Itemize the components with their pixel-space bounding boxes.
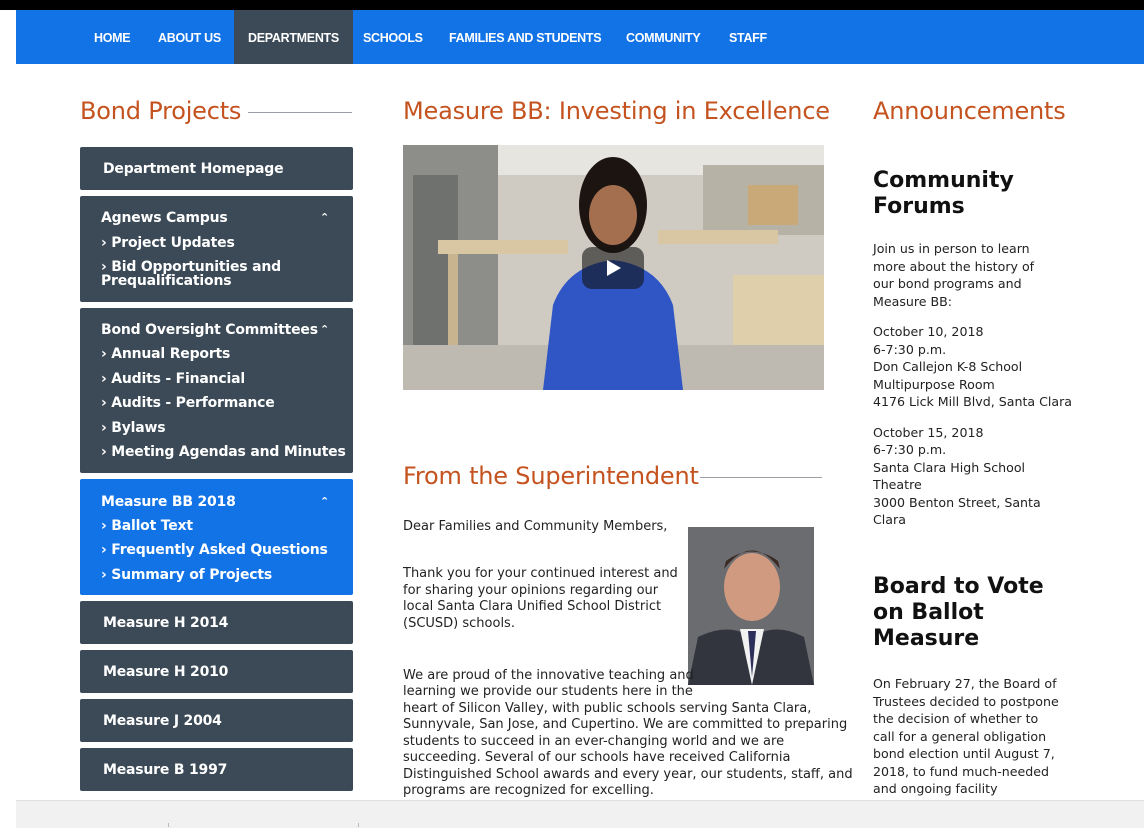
board-vote-heading: Board to Vote on Ballot Measure: [873, 574, 1044, 651]
sidebar-subitem-annual-reports[interactable]: › Annual Reports: [101, 347, 346, 361]
sidebar-subitem-faq[interactable]: › Frequently Asked Questions: [101, 543, 346, 557]
main-nav: HOME ABOUT US DEPARTMENTS SCHOOLS FAMILI…: [16, 10, 1144, 64]
community-forums-heading: Community Forums: [873, 168, 1014, 219]
sidebar-subitem-audits-performance[interactable]: › Audits - Performance: [101, 396, 346, 410]
paragraph-line: We are proud of the innovative teaching …: [403, 668, 694, 683]
sidebar-subitem-ballot-text[interactable]: › Ballot Text: [101, 519, 346, 533]
sidebar-title: Bond Projects: [80, 97, 242, 125]
sidebar-group-agnews-campus: Agnews Campus ⌃ › Project Updates › Bid …: [80, 196, 353, 302]
sidebar-title-rule: [248, 112, 352, 113]
sidebar-subitem-project-updates[interactable]: › Project Updates: [101, 236, 346, 250]
event-line: 6-7:30 p.m.: [873, 342, 947, 357]
chevron-up-icon[interactable]: ⌃: [320, 211, 329, 224]
sidebar-item-measure-h-2010[interactable]: Measure H 2010: [80, 650, 353, 693]
sidebar-subitem-bid-opportunities[interactable]: › Bid Opportunities and Prequalification…: [101, 260, 346, 288]
event-line: 6-7:30 p.m.: [873, 442, 947, 457]
chevron-up-icon[interactable]: ⌃: [320, 495, 329, 508]
community-forums-intro: Join us in person to learn more about th…: [873, 241, 1035, 309]
event-line: 4176 Lick Mill Blvd, Santa Clara: [873, 394, 1073, 409]
event-line: Don Callejon K-8 School: [873, 359, 1023, 374]
play-icon[interactable]: [582, 247, 644, 289]
letter-paragraph-1: Thank you for your continued interest an…: [403, 566, 678, 631]
sidebar-group-label[interactable]: Bond Oversight Committees: [101, 322, 318, 338]
superintendent-section-title: From the Superintendent: [403, 462, 699, 490]
sidebar-subitem-bylaws[interactable]: › Bylaws: [101, 421, 346, 435]
sidebar-group-measure-bb-2018: Measure BB 2018 ⌃ › Ballot Text › Freque…: [80, 479, 353, 595]
sidebar-item-label[interactable]: Department Homepage: [103, 161, 284, 177]
announcements-title: Announcements: [873, 97, 1066, 125]
nav-departments[interactable]: DEPARTMENTS: [234, 10, 353, 64]
paragraph-line: programs are recognized for excelling.: [403, 783, 654, 798]
sidebar-item-label[interactable]: Measure H 2010: [103, 664, 228, 680]
paragraph-line: Sunnyvale, San Jose, and Cupertino. We a…: [403, 717, 848, 732]
superintendent-photo: [688, 527, 814, 685]
sidebar-group-label[interactable]: Measure BB 2018: [101, 494, 236, 510]
event-line: October 15, 2018: [873, 425, 984, 440]
event-line: Santa Clara High School: [873, 460, 1026, 475]
nav-staff[interactable]: STAFF: [729, 10, 767, 64]
sidebar-item-measure-j-2004[interactable]: Measure J 2004: [80, 699, 353, 742]
event-line: Clara: [873, 512, 906, 527]
board-vote-text: On February 27, the Board of Trustees de…: [873, 676, 1059, 796]
video-section-title: Measure BB: Investing in Excellence: [403, 97, 830, 125]
sidebar-item-label[interactable]: Measure J 2004: [103, 713, 222, 729]
sidebar-group-bond-oversight: Bond Oversight Committees ⌃ › Annual Rep…: [80, 308, 353, 473]
sidebar-group-label[interactable]: Agnews Campus: [101, 210, 228, 226]
paragraph-line: succeeding. Several of our schools have …: [403, 750, 791, 765]
paragraph-line: Distinguished School awards and every ye…: [403, 767, 853, 782]
nav-home[interactable]: HOME: [94, 10, 131, 64]
sidebar-subitem-audits-financial[interactable]: › Audits - Financial: [101, 372, 346, 386]
chevron-up-icon[interactable]: ⌃: [320, 323, 329, 336]
paragraph-line: students to succeed in an ever-changing …: [403, 734, 785, 749]
sidebar-item-department-homepage[interactable]: Department Homepage: [80, 147, 353, 190]
video-title-rule: [817, 112, 822, 113]
bottom-divider: [168, 823, 169, 827]
sidebar-item-label[interactable]: Measure B 1997: [103, 762, 227, 778]
letter-greeting: Dear Families and Community Members,: [403, 519, 668, 534]
sidebar-subitem-meeting-agendas[interactable]: › Meeting Agendas and Minutes: [101, 445, 346, 459]
bottom-divider: [358, 823, 359, 827]
video-player[interactable]: [403, 145, 824, 390]
nav-community[interactable]: COMMUNITY: [626, 10, 701, 64]
event-line: 3000 Benton Street, Santa: [873, 495, 1041, 510]
sidebar-item-measure-b-1997[interactable]: Measure B 1997: [80, 748, 353, 791]
sidebar-item-label[interactable]: Measure H 2014: [103, 615, 228, 631]
superintendent-title-rule: [700, 477, 822, 478]
nav-schools[interactable]: SCHOOLS: [363, 10, 423, 64]
paragraph-line: heart of Silicon Valley, with public sch…: [403, 701, 812, 716]
event-line: Theatre: [873, 477, 922, 492]
event-line: October 10, 2018: [873, 324, 984, 339]
nav-about-us[interactable]: ABOUT US: [158, 10, 221, 64]
paragraph-line: learning we provide our students here in…: [403, 684, 693, 699]
event-line: Multipurpose Room: [873, 377, 995, 392]
bottom-bar: [16, 800, 1144, 828]
nav-families-and-students[interactable]: FAMILIES AND STUDENTS: [449, 10, 602, 64]
sidebar-item-measure-h-2014[interactable]: Measure H 2014: [80, 601, 353, 644]
sidebar-subitem-summary-of-projects[interactable]: › Summary of Projects: [101, 568, 346, 582]
top-edge: [0, 0, 1144, 10]
